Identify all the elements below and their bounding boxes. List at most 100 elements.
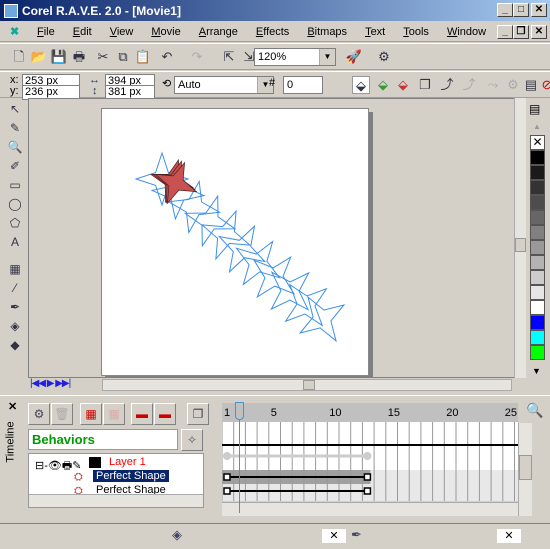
color-swatch[interactable]: [530, 225, 545, 240]
color-swatch[interactable]: [530, 315, 545, 330]
frame-grid[interactable]: [222, 422, 518, 501]
artwork[interactable]: [102, 109, 370, 377]
color-swatch[interactable]: [530, 330, 545, 345]
tree-horizontal-scrollbar[interactable]: [29, 494, 203, 507]
color-swatch[interactable]: [530, 270, 545, 285]
drawing-workspace[interactable]: [28, 98, 515, 378]
close-button[interactable]: ✕: [531, 3, 547, 17]
keyframe[interactable]: [363, 473, 372, 481]
delete-frame-button[interactable]: ▦: [103, 403, 125, 425]
delete-button[interactable]: 🗑: [51, 403, 73, 425]
no-symbol-icon[interactable]: ⊘: [538, 76, 550, 94]
shape-tool-icon[interactable]: ✎: [6, 119, 24, 137]
freehand-tool-icon[interactable]: ✐: [6, 157, 24, 175]
doc-restore-button[interactable]: ❐: [513, 25, 529, 39]
layer-name[interactable]: Layer 1: [109, 456, 146, 468]
insert-frame-button[interactable]: ▦: [80, 403, 102, 425]
rectangle-tool-icon[interactable]: ▭: [6, 176, 24, 194]
playhead-handle[interactable]: [235, 402, 244, 420]
color-swatch[interactable]: [530, 285, 545, 300]
frames-spinner[interactable]: 0: [283, 76, 323, 94]
menu-text[interactable]: Text: [356, 26, 394, 38]
undo-icon[interactable]: ↶: [158, 48, 176, 66]
keyframe[interactable]: [363, 487, 372, 495]
keyframe[interactable]: [223, 473, 231, 481]
outline-tool-icon[interactable]: ✒: [6, 298, 24, 316]
menu-movie[interactable]: Movie: [142, 26, 189, 38]
menu-effects[interactable]: Effects: [247, 26, 298, 38]
maximize-button[interactable]: □: [513, 3, 529, 17]
new-icon[interactable]: 🗋: [10, 48, 28, 66]
scrollbar-thumb[interactable]: [519, 455, 532, 480]
eyedropper-tool-icon[interactable]: ⁄: [6, 279, 24, 297]
layer-keyframe[interactable]: [223, 452, 231, 460]
link-icon[interactable]: ⤳: [484, 76, 502, 94]
zoom-combo[interactable]: 120% ▼: [254, 48, 336, 66]
unlink-icon[interactable]: ⚙: [504, 76, 522, 94]
color-swatch[interactable]: [530, 195, 545, 210]
insert-keyframe-button[interactable]: ▬: [131, 403, 153, 425]
copy-icon[interactable]: ⧉: [114, 48, 132, 66]
forward-icon[interactable]: ⬙: [374, 76, 392, 94]
import-icon[interactable]: ⇱: [220, 48, 238, 66]
redo-icon[interactable]: ↷: [188, 48, 206, 66]
menu-bitmaps[interactable]: Bitmaps: [298, 26, 356, 38]
delete-keyframe-button[interactable]: ▬: [154, 403, 176, 425]
launcher-icon[interactable]: 🚀: [345, 48, 363, 66]
object-mode-icon[interactable]: ⬙: [352, 76, 370, 94]
color-swatch[interactable]: [530, 240, 545, 255]
new-behavior-button[interactable]: ⚙: [28, 403, 50, 425]
menu-view[interactable]: View: [101, 26, 143, 38]
behavior-wizard-button[interactable]: ✧: [181, 429, 203, 451]
backward-icon[interactable]: ⬙: [394, 76, 412, 94]
color-swatch[interactable]: [530, 180, 545, 195]
path-icon[interactable]: ⤴: [438, 76, 456, 94]
menu-tools[interactable]: Tools: [394, 26, 438, 38]
save-icon[interactable]: 💾: [50, 48, 68, 66]
minimize-button[interactable]: _: [497, 3, 513, 17]
menu-arrange[interactable]: Arrange: [190, 26, 247, 38]
doc-minimize-button[interactable]: _: [497, 25, 513, 39]
chevron-down-icon[interactable]: ▼: [319, 49, 335, 65]
zoom-tool-icon[interactable]: 🔍: [6, 138, 24, 156]
palette-options-icon[interactable]: ▤: [529, 102, 540, 116]
polygon-tool-icon[interactable]: ⬠: [6, 214, 24, 232]
keyframe[interactable]: [223, 487, 231, 495]
playback-controls-icon[interactable]: |◀◀ ▶ ▶▶|: [30, 378, 71, 389]
open-icon[interactable]: 📂: [30, 48, 48, 66]
order-icon[interactable]: ❐: [416, 76, 434, 94]
text-tool-icon[interactable]: A: [6, 233, 24, 251]
export-icon[interactable]: ⇲: [240, 48, 258, 66]
vertical-scrollbar[interactable]: [514, 98, 526, 378]
menu-file[interactable]: File: [28, 26, 64, 38]
scrollbar-thumb[interactable]: [515, 238, 526, 252]
options-icon[interactable]: ⚙: [375, 48, 393, 66]
path-edit-icon[interactable]: ⤴: [460, 76, 478, 94]
behaviors-field[interactable]: Behaviors: [28, 429, 178, 450]
close-docker-icon[interactable]: ✕: [8, 400, 17, 413]
print-icon[interactable]: 🖶: [70, 48, 88, 66]
menu-window[interactable]: Window: [438, 26, 495, 38]
color-swatch[interactable]: [530, 255, 545, 270]
pick-tool-icon[interactable]: ↖: [6, 100, 24, 118]
frame-ruler[interactable]: 1 5 10 15 20 25: [222, 403, 518, 423]
scrollbar-thumb[interactable]: [303, 380, 315, 390]
no-color-swatch[interactable]: ✕: [530, 135, 545, 150]
doc-close-button[interactable]: ✕: [531, 25, 547, 39]
timeline-horizontal-scrollbar[interactable]: [222, 502, 518, 516]
horizontal-scrollbar[interactable]: [102, 379, 512, 391]
tween-mode-combo[interactable]: Auto ▼: [174, 76, 274, 94]
cut-icon[interactable]: ✂: [94, 48, 112, 66]
ellipse-tool-icon[interactable]: ◯: [6, 195, 24, 213]
copy-frames-button[interactable]: ❐: [187, 403, 209, 425]
color-swatch[interactable]: [530, 150, 545, 165]
timeline-vertical-scrollbar[interactable]: [518, 423, 532, 516]
color-swatch[interactable]: [530, 165, 545, 180]
color-swatch[interactable]: [530, 345, 545, 360]
fill-tool-icon[interactable]: ◈: [6, 317, 24, 335]
menu-edit[interactable]: Edit: [64, 26, 101, 38]
interactive-fill-icon[interactable]: ◆: [6, 336, 24, 354]
interactive-tool-icon[interactable]: ▦: [6, 260, 24, 278]
zoom-timeline-icon[interactable]: 🔍: [526, 402, 543, 419]
color-swatch[interactable]: [530, 210, 545, 225]
